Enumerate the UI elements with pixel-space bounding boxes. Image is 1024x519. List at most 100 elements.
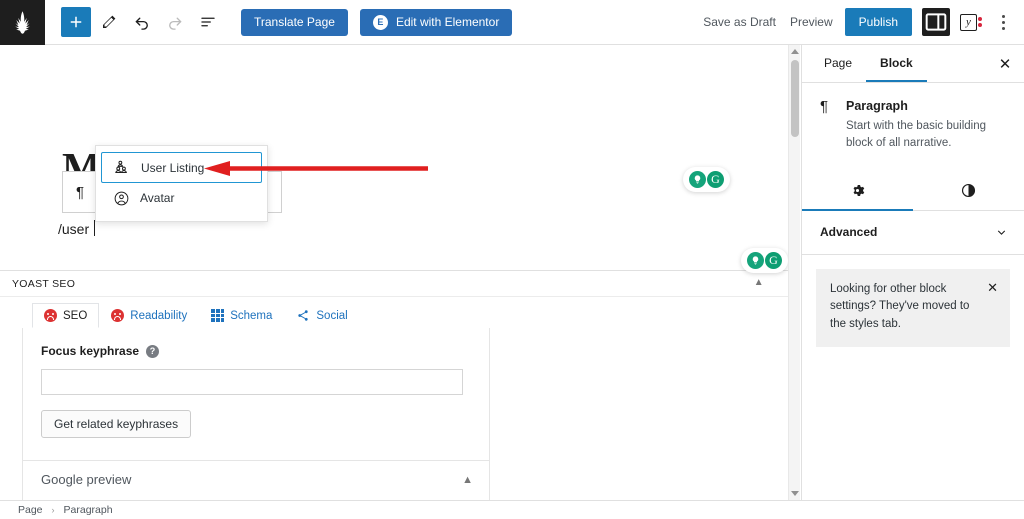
breadcrumb-item-page[interactable]: Page [18,504,43,516]
paragraph-slash-text[interactable]: /user [58,221,89,237]
undo-button[interactable] [127,7,157,37]
advanced-section-toggle[interactable]: Advanced [802,211,1024,255]
sad-face-icon [44,309,57,322]
chevron-up-icon[interactable]: ▲ [462,474,473,486]
share-icon [298,310,309,321]
yoast-tab-seo[interactable]: SEO [32,303,100,328]
paragraph-pilcrow-icon[interactable]: ¶ [63,172,97,212]
editor-breadcrumb-bar: Page › Paragraph [0,500,1024,519]
elementor-logo-icon: E [372,14,388,30]
toolbar-right-actions: Save as Draft Preview Publish y [701,8,1024,36]
advanced-label: Advanced [820,225,878,239]
lightbulb-icon [689,171,706,188]
preview-button[interactable]: Preview [788,11,835,33]
editor-settings-sidebar: Page Block ✕ ¶ Paragraph Start with the … [801,45,1024,500]
canvas-scrollbar[interactable] [788,45,800,500]
slash-command-menu: User Listing Avatar [95,145,268,222]
scroll-down-arrow-icon[interactable] [789,487,801,500]
text-caret [94,220,95,236]
dismiss-notice-icon[interactable]: ✕ [987,281,998,294]
edit-with-elementor-button[interactable]: E Edit with Elementor [359,8,513,36]
styles-tab[interactable] [913,173,1024,211]
scrollbar-thumb[interactable] [791,60,799,137]
block-settings-notice: Looking for other block settings? They'v… [816,268,1010,347]
edit-with-elementor-label: Edit with Elementor [395,15,500,29]
block-description: Start with the basic building block of a… [846,120,986,150]
yoast-seo-button[interactable]: y [960,13,982,31]
add-block-button[interactable] [61,7,91,37]
focus-keyphrase-section: Focus keyphrase ? Get related keyphrases [23,328,489,438]
paragraph-pilcrow-icon: ¶ [820,98,829,115]
block-info-card: ¶ Paragraph Start with the basic buildin… [802,83,1024,153]
google-preview-section: Google preview ▲ Preview as: Mobile resu… [23,460,489,500]
get-related-keyphrases-button[interactable]: Get related keyphrases [41,410,192,438]
assistant-pill[interactable]: G [741,248,788,273]
yoast-status-dots-icon [978,17,982,27]
settings-tab[interactable] [802,173,913,211]
google-preview-header[interactable]: Google preview ▲ [23,461,489,498]
yoast-tab-social[interactable]: Social [284,303,359,328]
slash-menu-item-avatar[interactable]: Avatar [101,183,262,213]
grammarly-g-icon: G [707,171,724,188]
site-logo-icon[interactable] [0,0,45,45]
grammarly-g-icon: G [765,252,782,269]
yoast-tab-label: SEO [63,309,88,322]
scroll-up-arrow-icon[interactable] [789,45,801,58]
editor-top-toolbar: Translate Page E Edit with Elementor Sav… [0,0,1024,45]
lightbulb-icon [747,252,764,269]
focus-keyphrase-label: Focus keyphrase [41,344,140,358]
user-listing-icon [115,160,127,173]
slash-menu-label: Avatar [140,191,175,205]
slash-menu-label: User Listing [141,160,205,175]
google-preview-title: Google preview [41,472,132,487]
translate-page-label: Translate Page [254,15,335,29]
edit-tool-button[interactable] [94,7,124,37]
yoast-panel-header[interactable]: YOAST SEO ▲ [0,271,788,296]
sad-face-icon [111,309,125,322]
help-question-icon[interactable]: ? [146,344,160,358]
sidebar-tab-page[interactable]: Page [810,45,866,82]
yoast-panel-body: SEO Readability Schema Social Focus keyp… [0,296,788,500]
yoast-logo-icon: y [960,13,977,31]
avatar-circle-icon [114,191,129,205]
gear-icon [853,185,865,196]
yoast-tab-schema[interactable]: Schema [199,303,284,328]
toolbar-action-buttons: Translate Page E Edit with Elementor [241,8,513,36]
yoast-tab-list: SEO Readability Schema Social [0,301,788,328]
breadcrumb-separator-icon: › [51,505,55,515]
close-sidebar-icon[interactable]: ✕ [994,53,1016,75]
yoast-tab-readability[interactable]: Readability [99,303,199,328]
yoast-seo-tab-panel: Focus keyphrase ? Get related keyphrases… [22,328,490,500]
sidebar-tab-block[interactable]: Block [866,45,927,82]
publish-button[interactable]: Publish [844,8,912,36]
save-as-draft-button[interactable]: Save as Draft [701,11,778,33]
breadcrumb-item-paragraph[interactable]: Paragraph [64,504,113,516]
assistant-pill[interactable]: G [683,167,730,192]
wordpress-block-editor: Translate Page E Edit with Elementor Sav… [0,0,1024,519]
notice-text: Looking for other block settings? They'v… [830,282,970,331]
editor-canvas: M ¶ /user User Listing Avatar G G YOAST … [0,45,800,500]
sidebar-tab-list: Page Block ✕ [802,45,1024,83]
sidebar-toggle-button[interactable] [922,8,950,36]
translate-page-button[interactable]: Translate Page [241,8,348,36]
contrast-half-circle-icon [961,183,976,198]
yoast-tab-label: Social [316,309,348,322]
block-info-text: Paragraph Start with the basic building … [846,99,1008,153]
yoast-tab-label: Readability [130,309,188,322]
focus-keyphrase-label-row: Focus keyphrase ? [41,344,471,358]
yoast-seo-panel: YOAST SEO ▲ SEO Readability Schema Socia… [0,270,788,500]
grid-icon [211,309,225,322]
chevron-up-icon[interactable]: ▲ [754,277,764,288]
more-options-button[interactable] [992,8,1014,36]
yoast-panel-title: YOAST SEO [12,277,76,290]
yoast-tab-label: Schema [230,309,273,322]
block-title: Paragraph [846,99,908,113]
document-content-area[interactable]: M ¶ /user User Listing Avatar G G [0,45,788,273]
redo-button[interactable] [160,7,190,37]
focus-keyphrase-input[interactable] [41,369,463,395]
toolbar-left-tools [45,7,223,37]
chevron-down-icon [997,229,1006,235]
slash-menu-item-user-listing[interactable]: User Listing [101,152,262,183]
sidebar-icon-tab-list [802,173,1024,211]
list-view-button[interactable] [193,7,223,37]
